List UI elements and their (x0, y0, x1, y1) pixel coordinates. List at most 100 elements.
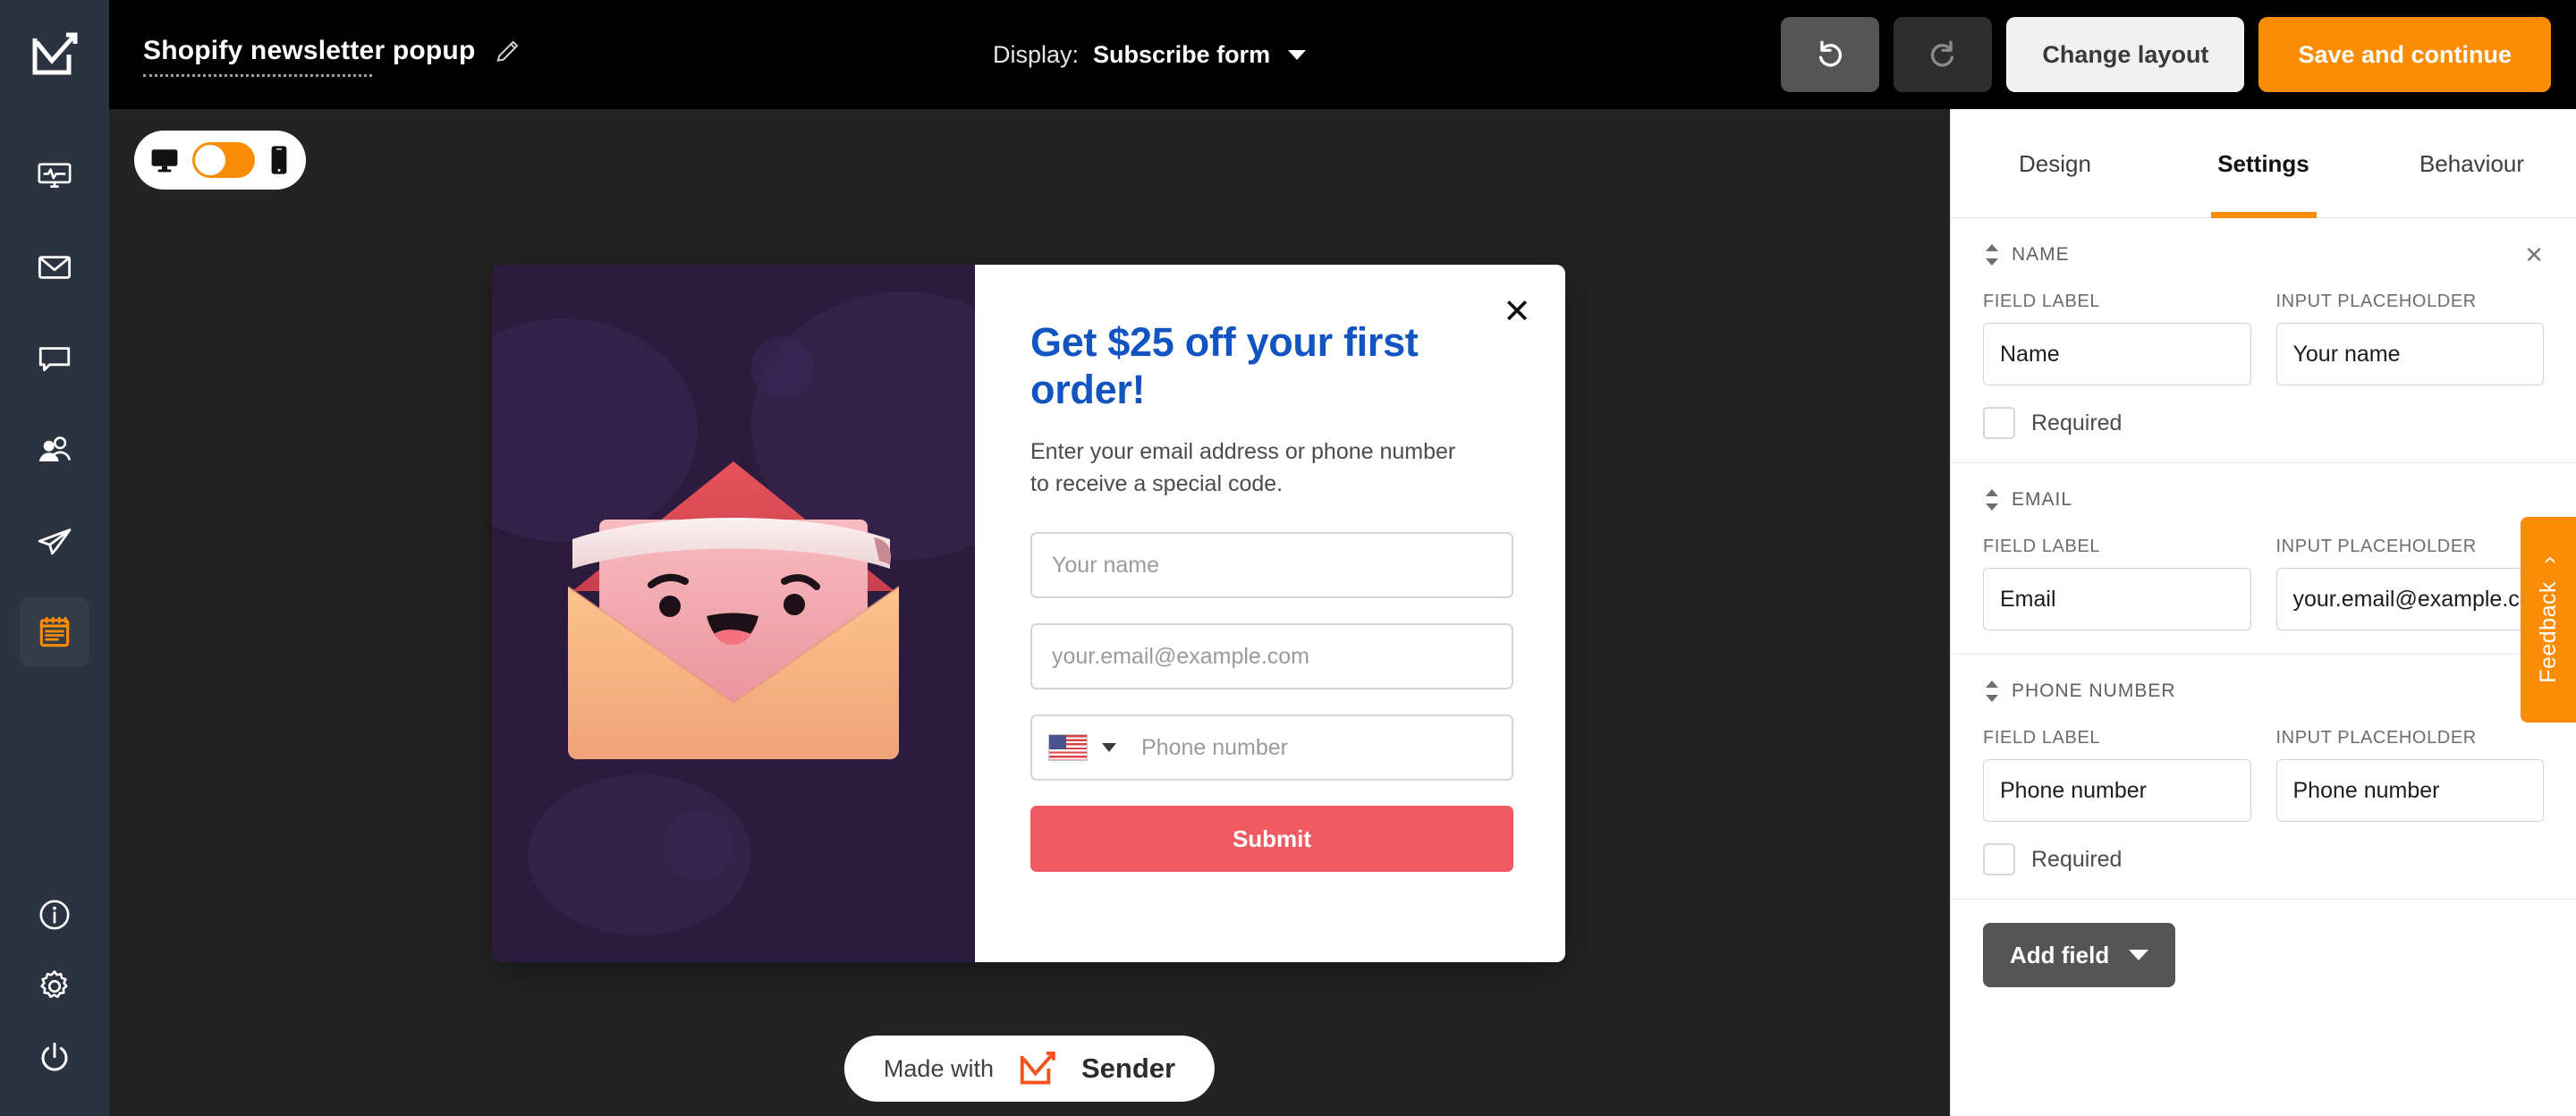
input-placeholder-column: INPUT PLACEHOLDER (2275, 292, 2544, 385)
sort-updown-icon[interactable] (1983, 488, 2001, 512)
chevron-down-icon[interactable] (1102, 743, 1116, 753)
monitor-analytics-icon (38, 163, 72, 188)
chat-bubble-icon (38, 347, 71, 372)
made-with-sender-badge[interactable]: Made with Sender (843, 1036, 1216, 1102)
us-flag-icon[interactable] (1048, 734, 1088, 762)
popup-form-panel: ✕ Get $25 off your first order! Enter yo… (975, 265, 1565, 962)
users-group-icon (38, 436, 72, 461)
tab-settings[interactable]: Settings (2159, 109, 2368, 218)
sender-checkmark-envelope-logo (32, 32, 78, 75)
redo-button[interactable] (1894, 17, 1993, 92)
device-preview-toggle[interactable] (134, 131, 306, 190)
popup-submit-button[interactable]: Submit (1030, 806, 1513, 873)
input-placeholder-column: INPUT PLACEHOLDER (2275, 728, 2544, 822)
desktop-monitor-icon[interactable] (148, 144, 181, 176)
panel-tabs: Design Settings Behaviour (1951, 109, 2576, 218)
display-label: Display: (993, 40, 1080, 68)
field-block-columns: FIELD LABEL INPUT PLACEHOLDER (1983, 728, 2544, 822)
app-root: Shopify newsletter popup Display: Subscr… (0, 0, 2576, 1116)
sort-updown-icon[interactable] (1983, 680, 2001, 703)
add-field-button[interactable]: Add field (1983, 923, 2176, 987)
popup-name-input[interactable]: Your name (1030, 532, 1513, 599)
paper-plane-icon (38, 528, 72, 555)
input-placeholder-input[interactable] (2275, 759, 2544, 822)
sidebar-item-help[interactable] (37, 897, 72, 937)
sidebar-item-logout[interactable] (37, 1040, 72, 1080)
sidebar-primary-nav (20, 141, 89, 689)
settings-panel: Design Settings Behaviour NAME ✕ FIELD L… (1950, 109, 2576, 1116)
save-and-continue-button[interactable]: Save and continue (2258, 17, 2551, 92)
required-label: Required (2031, 846, 2123, 872)
clipboard-form-icon (39, 616, 70, 647)
input-placeholder-column: INPUT PLACEHOLDER (2275, 537, 2544, 630)
field-block-title: PHONE NUMBER (2012, 681, 2176, 701)
required-checkbox[interactable] (1983, 843, 2015, 875)
undo-arrow-icon (1819, 40, 1843, 67)
field-block-title: NAME (2012, 244, 2070, 265)
input-placeholder-caption: INPUT PLACEHOLDER (2275, 537, 2477, 556)
required-toggle-phone[interactable]: Required (1983, 843, 2544, 875)
info-circle-icon (39, 900, 70, 930)
field-block-title: EMAIL (2012, 489, 2073, 510)
tab-behaviour[interactable]: Behaviour (2368, 109, 2576, 218)
required-checkbox[interactable] (1983, 407, 2015, 439)
feedback-label: Feedback (2535, 581, 2561, 684)
decorative-blob (751, 336, 814, 399)
input-placeholder-caption: INPUT PLACEHOLDER (2275, 728, 2477, 748)
sidebar-item-messages[interactable] (20, 324, 89, 393)
close-icon[interactable]: ✕ (1503, 295, 1531, 329)
input-placeholder-input[interactable] (2275, 323, 2544, 385)
sidebar-item-forms[interactable] (20, 597, 89, 667)
popup-preview: ✕ Get $25 off your first order! Enter yo… (492, 265, 1565, 962)
brand-logo-tile[interactable] (0, 0, 109, 109)
tab-design[interactable]: Design (1951, 109, 2159, 218)
sidebar-item-automation[interactable] (20, 506, 89, 576)
sort-updown-icon[interactable] (1983, 243, 2001, 266)
field-block-columns: FIELD LABEL INPUT PLACEHOLDER (1983, 292, 2544, 385)
made-with-text: Made with (883, 1054, 994, 1082)
field-label-input[interactable] (1983, 323, 2251, 385)
redo-arrow-icon (1931, 40, 1954, 67)
field-block-header: PHONE NUMBER ✕ (1983, 680, 2544, 703)
required-toggle-name[interactable]: Required (1983, 407, 2544, 439)
popup-email-input[interactable]: your.email@example.com (1030, 623, 1513, 690)
device-switch[interactable] (192, 142, 255, 178)
display-selector[interactable]: Display: Subscribe form (993, 0, 1307, 109)
display-value-text: Subscribe form (1093, 40, 1271, 68)
change-layout-button[interactable]: Change layout (2006, 17, 2245, 92)
required-label: Required (2031, 410, 2123, 435)
field-block-phone: PHONE NUMBER ✕ FIELD LABEL INPUT PLACEHO… (1951, 655, 2576, 900)
popup-phone-input[interactable]: Phone number (1030, 714, 1513, 782)
pencil-icon[interactable] (495, 38, 521, 64)
topbar-actions: Change layout Save and continue (1781, 0, 2551, 109)
editor-canvas: ✕ Get $25 off your first order! Enter yo… (109, 109, 1950, 1116)
chevron-right-icon: › (2534, 555, 2562, 564)
panel-footer: Add field (1951, 900, 2576, 1014)
document-title-group: Shopify newsletter popup (143, 36, 521, 77)
power-icon (41, 1042, 68, 1071)
popup-phone-placeholder: Phone number (1141, 734, 1289, 760)
feedback-tab[interactable]: › Feedback (2521, 517, 2576, 723)
field-label-input[interactable] (1983, 759, 2251, 822)
mobile-phone-icon[interactable] (267, 144, 292, 176)
sidebar-item-dashboard[interactable] (20, 141, 89, 211)
close-icon[interactable]: ✕ (2524, 243, 2544, 266)
popup-heading: Get $25 off your first order! (1030, 319, 1419, 413)
field-label-column: FIELD LABEL (1983, 728, 2251, 822)
page-title: Shopify newsletter popup (143, 36, 476, 65)
sidebar-item-settings[interactable] (36, 968, 73, 1010)
popup-subheading: Enter your email address or phone number… (1030, 439, 1456, 496)
sidebar-item-audience[interactable] (20, 415, 89, 485)
top-bar: Shopify newsletter popup Display: Subscr… (0, 0, 2576, 109)
field-label-input[interactable] (1983, 568, 2251, 630)
envelope-icon (38, 256, 72, 279)
made-with-brand: Sender (1080, 1053, 1176, 1084)
left-sidebar (0, 109, 109, 1116)
field-label-caption: FIELD LABEL (1983, 728, 2101, 748)
display-value[interactable]: Subscribe form (1093, 40, 1307, 69)
sidebar-item-email[interactable] (20, 232, 89, 302)
input-placeholder-input[interactable] (2275, 568, 2544, 630)
chevron-down-icon (2129, 950, 2149, 960)
undo-button[interactable] (1781, 17, 1880, 92)
field-label-column: FIELD LABEL (1983, 292, 2251, 385)
